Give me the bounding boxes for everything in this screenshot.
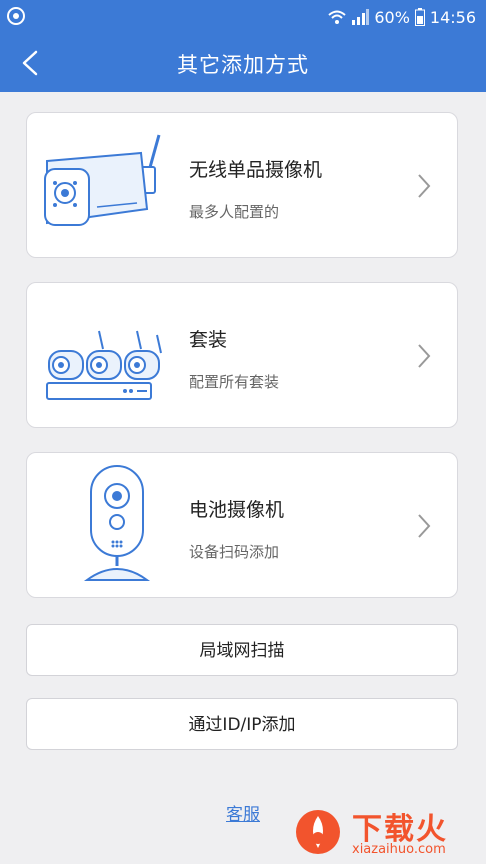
signal-icon bbox=[352, 9, 370, 25]
clock: 14:56 bbox=[429, 7, 476, 27]
battery-camera-icon bbox=[83, 465, 151, 581]
chevron-right-icon bbox=[418, 174, 431, 198]
wifi-icon bbox=[328, 10, 346, 24]
chevron-right-icon bbox=[418, 514, 431, 538]
option-card-wireless-camera[interactable]: 无线单品摄像机 最多人配置的 bbox=[26, 112, 458, 258]
option-subtitle: 设备扫码添加 bbox=[189, 543, 280, 561]
option-card-kit[interactable]: 套装 配置所有套装 bbox=[26, 282, 458, 428]
option-card-battery-camera[interactable]: 电池摄像机 设备扫码添加 bbox=[26, 452, 458, 598]
add-by-ip-button[interactable]: 通过ID/IP添加 bbox=[26, 698, 458, 750]
option-title: 电池摄像机 bbox=[189, 499, 285, 521]
customer-service-link[interactable]: 客服 bbox=[210, 800, 276, 825]
wireless-camera-icon bbox=[44, 134, 161, 226]
option-subtitle: 配置所有套装 bbox=[189, 373, 280, 391]
status-bar: 60% 14:56 bbox=[0, 0, 486, 34]
camera-kit-icon bbox=[46, 330, 162, 400]
watermark-url: xiazaihuo.com bbox=[352, 842, 446, 857]
battery-icon bbox=[414, 8, 425, 26]
app-bar: 其它添加方式 bbox=[0, 34, 486, 92]
chevron-right-icon bbox=[418, 344, 431, 368]
option-title: 套装 bbox=[189, 329, 228, 351]
option-title: 无线单品摄像机 bbox=[189, 159, 323, 181]
lan-scan-button[interactable]: 局域网扫描 bbox=[26, 624, 458, 676]
option-subtitle: 最多人配置的 bbox=[189, 203, 280, 221]
app-notification-icon bbox=[7, 7, 25, 25]
page-title: 其它添加方式 bbox=[177, 53, 309, 77]
battery-percent: 60% bbox=[374, 7, 410, 27]
